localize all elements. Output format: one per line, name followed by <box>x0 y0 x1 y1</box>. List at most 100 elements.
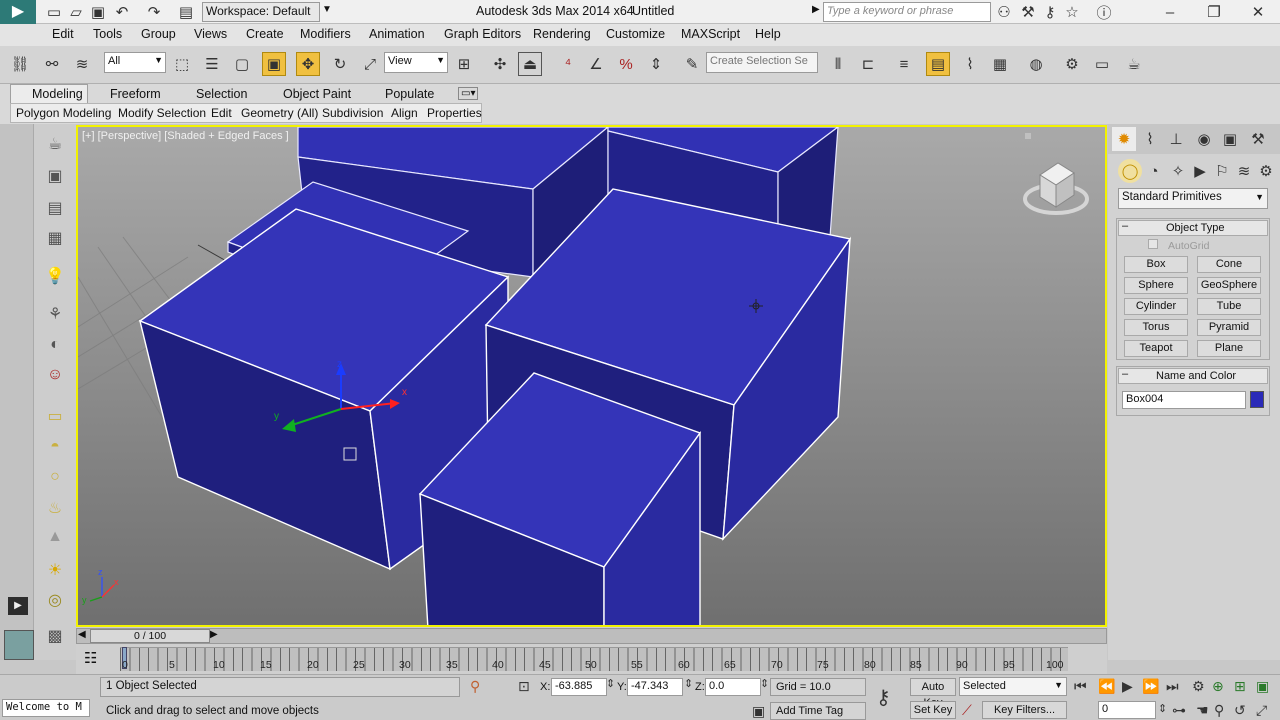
menu-views[interactable]: Views <box>194 27 227 41</box>
list-icon[interactable]: ▤ <box>44 198 66 220</box>
display-tab-icon[interactable]: ▣ <box>1218 127 1242 151</box>
subtab-edit[interactable]: Edit <box>211 106 232 120</box>
cameras-category-icon[interactable]: ▶ <box>1188 159 1212 183</box>
help-icon[interactable]: ⓘ <box>1092 0 1116 24</box>
workspace-dropdown-icon[interactable]: ▼ <box>322 4 332 15</box>
favorites-icon[interactable]: ☆ <box>1060 0 1084 24</box>
key-mode-select[interactable]: Selected ▼ <box>959 677 1067 696</box>
tab-object-paint[interactable]: Object Paint <box>283 87 351 101</box>
tools-icon[interactable]: ⚒ <box>1016 0 1040 24</box>
sphere-primitive-icon[interactable]: ○ <box>44 468 66 490</box>
unlink-icon[interactable]: ⚯ <box>40 52 64 76</box>
sphere-button[interactable]: Sphere <box>1124 277 1188 294</box>
play-icon[interactable]: ▶ <box>1122 678 1133 695</box>
light-bulb-icon[interactable]: 💡 <box>44 266 66 288</box>
auto-key-button[interactable]: Auto Key <box>910 678 956 709</box>
zoom-all-icon[interactable]: ⊞ <box>1234 678 1246 695</box>
menu-modifiers[interactable]: Modifiers <box>300 27 351 41</box>
walk-through-icon[interactable]: ⚲ <box>1214 702 1224 719</box>
cone-primitive-icon[interactable]: ▲ <box>44 528 66 550</box>
window-crossing-icon[interactable]: ▣ <box>262 52 286 76</box>
y-spinner-icon[interactable]: ⇕ <box>684 677 693 690</box>
image-icon[interactable]: ▣ <box>44 166 66 188</box>
subtab-subdivision[interactable]: Subdivision <box>322 106 383 120</box>
viewport-label[interactable]: [+] [Perspective] [Shaded + Edged Faces … <box>82 130 289 142</box>
go-to-start-icon[interactable]: ⏮ <box>1074 678 1087 695</box>
menu-graph-editors[interactable]: Graph Editors <box>444 27 521 41</box>
collapse-icon[interactable]: – <box>1122 220 1128 232</box>
menu-group[interactable]: Group <box>141 27 176 41</box>
select-object-icon[interactable]: ⬚ <box>170 52 194 76</box>
cylinder-button[interactable]: Cylinder <box>1124 298 1188 315</box>
perspective-viewport[interactable]: z y x z y x [+] [Perspective] [Shaded + … <box>76 125 1107 627</box>
grid-list-icon[interactable]: ▦ <box>44 228 66 250</box>
geosphere-button[interactable]: GeoSphere <box>1197 277 1261 294</box>
previous-frame-icon[interactable]: ⏪ <box>1098 678 1115 695</box>
mirror-icon[interactable]: ⫴ <box>826 52 850 76</box>
box-primitive-icon[interactable]: ▭ <box>44 406 66 428</box>
tab-selection[interactable]: Selection <box>196 87 247 101</box>
keyboard-shortcut-override-icon[interactable]: ⏏ <box>518 52 542 76</box>
selection-filter-select[interactable]: All ▼ <box>104 52 166 73</box>
lights-category-icon[interactable]: ✧ <box>1166 159 1190 183</box>
spacewarps-category-icon[interactable]: ≋ <box>1232 159 1256 183</box>
plane-button[interactable]: Plane <box>1197 340 1261 357</box>
maximize-icon[interactable]: ❐ <box>1202 0 1226 24</box>
subtab-align[interactable]: Align <box>391 106 418 120</box>
character-icon[interactable]: ☺ <box>44 366 66 388</box>
render-production-icon[interactable]: ☕ <box>1122 52 1146 76</box>
named-selection-input[interactable]: Create Selection Se <box>706 52 818 73</box>
bind-spacewarp-icon[interactable]: ≋ <box>70 52 94 76</box>
workspace-select[interactable]: Workspace: Default <box>202 2 320 22</box>
key-filters-button[interactable]: Key Filters... <box>982 701 1067 719</box>
curve-editor-icon[interactable]: ⌇ <box>958 52 982 76</box>
material-editor-icon[interactable]: ◍ <box>1024 52 1048 76</box>
key-tangent-icon[interactable]: ⟋ <box>962 702 972 719</box>
subtab-geometry-all[interactable]: Geometry (All) <box>241 106 318 120</box>
time-config-icon[interactable]: ⚙ <box>1192 678 1205 695</box>
lock-selection-icon[interactable]: ⚲ <box>470 678 480 695</box>
menu-edit[interactable]: Edit <box>52 27 74 41</box>
reference-coordinate-select[interactable]: View ▼ <box>384 52 448 73</box>
pivot-center-icon[interactable]: ⊞ <box>452 52 476 76</box>
current-frame-input[interactable]: 0 <box>1098 701 1156 719</box>
redo-icon[interactable]: ↷ <box>142 0 166 24</box>
subtab-modify-selection[interactable]: Modify Selection <box>118 106 206 120</box>
scene-explorer-icon[interactable]: ▤ <box>926 52 950 76</box>
menu-rendering[interactable]: Rendering <box>533 27 591 41</box>
color-swatch-tool[interactable] <box>4 630 34 660</box>
viewport-scene[interactable]: z y x z y x <box>78 127 1107 627</box>
time-slider-thumb[interactable]: 0 / 100 <box>90 629 210 643</box>
render-setup-icon[interactable]: ⚙ <box>1060 52 1084 76</box>
x-spinner-icon[interactable]: ⇕ <box>606 677 615 690</box>
motion-tab-icon[interactable]: ◉ <box>1192 127 1216 151</box>
rendered-frame-window-icon[interactable]: ▭ <box>1090 52 1114 76</box>
dome-primitive-icon[interactable]: ◓ <box>44 438 66 460</box>
hierarchy-tab-icon[interactable]: ⊥ <box>1164 127 1188 151</box>
sun-icon[interactable]: ☀ <box>44 560 66 582</box>
menu-maxscript[interactable]: MAXScript <box>681 27 740 41</box>
cone-button[interactable]: Cone <box>1197 256 1261 273</box>
menu-animation[interactable]: Animation <box>369 27 425 41</box>
tube-button[interactable]: Tube <box>1197 298 1261 315</box>
manipulate-icon[interactable]: ✣ <box>488 52 512 76</box>
edit-named-selection-icon[interactable]: ✎ <box>680 52 704 76</box>
track-bar-toggle-icon[interactable]: ☷ <box>84 649 97 667</box>
percent-snap-icon[interactable]: % <box>614 52 638 76</box>
pyramid-button[interactable]: Pyramid <box>1197 319 1261 336</box>
box-button[interactable]: Box <box>1124 256 1188 273</box>
subtab-properties[interactable]: Properties <box>427 106 482 120</box>
set-key-button[interactable]: Set Key <box>910 701 956 719</box>
object-name-input[interactable]: Box004 <box>1122 391 1246 409</box>
binoculars-icon[interactable]: ⚇ <box>992 0 1016 24</box>
minimize-icon[interactable]: – <box>1158 0 1182 24</box>
menu-customize[interactable]: Customize <box>606 27 665 41</box>
menu-help[interactable]: Help <box>755 27 781 41</box>
snaps-toggle-icon[interactable]: ⁴ <box>556 52 580 76</box>
object-color-swatch[interactable] <box>1250 391 1264 408</box>
schematic-view-icon[interactable]: ▦ <box>988 52 1012 76</box>
ribbon-options-icon[interactable]: ▭▾ <box>458 87 479 100</box>
grid-plane-icon[interactable]: ▩ <box>44 626 66 648</box>
project-folder-icon[interactable]: ▤ <box>174 0 198 24</box>
primitive-category-select[interactable]: Standard Primitives ▼ <box>1118 188 1268 209</box>
